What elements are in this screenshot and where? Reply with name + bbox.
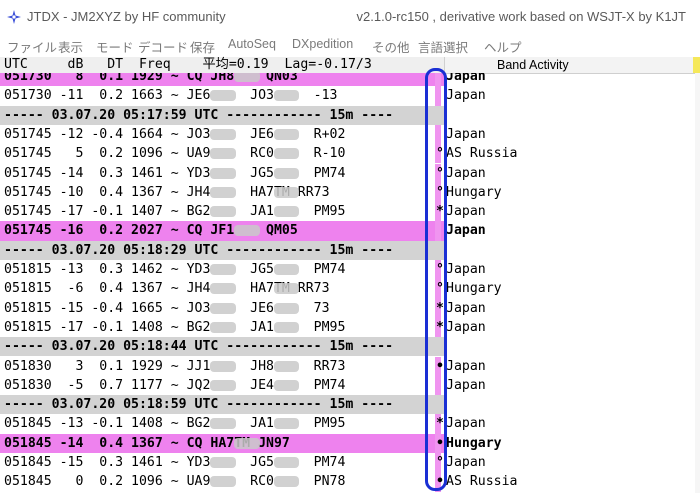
title-bar: JTDX - JM2XYZ by HF community v2.1.0-rc1…: [0, 0, 700, 34]
row-text: ----- 03.07.20 05:18:59 UTC ------------…: [4, 397, 394, 413]
decode-message-row[interactable]: 051830 3 0.1 1929 ~ JJ1 JH8 RR73: [0, 357, 444, 376]
menu-help[interactable]: ヘルプ: [484, 37, 522, 56]
redacted-callsign: [234, 437, 260, 449]
country-label: AS Russia: [446, 146, 518, 162]
menu-save[interactable]: 保存: [190, 37, 215, 56]
redacted-callsign: [273, 206, 300, 218]
redacted-callsign: [234, 225, 260, 237]
row-text: ----- 03.07.20 05:17:59 UTC ------------…: [4, 107, 394, 123]
country-label: Japan: [446, 319, 486, 335]
country-label: Hungary: [446, 184, 502, 200]
country-label: Japan: [446, 126, 486, 142]
menu-autoseq[interactable]: AutoSeq: [228, 37, 276, 51]
redacted-callsign: [273, 186, 300, 198]
redacted-callsign: [210, 264, 236, 275]
band-activity-list[interactable]: 051730 8 0.1 1929 ~ CQ JH8 QN03 Japan 0517…: [0, 73, 700, 493]
redacted-callsign: [273, 379, 300, 391]
status-indicator: [693, 57, 700, 73]
decode-message-row[interactable]: 051745 5 0.2 1096 ~ UA9 RC0 R-10: [0, 144, 444, 163]
period-separator-row[interactable]: ----- 03.07.20 05:18:44 UTC ------------…: [0, 337, 444, 357]
menu-decode[interactable]: デコード: [138, 37, 188, 56]
country-label: Japan: [446, 165, 486, 181]
redacted-callsign: [273, 90, 300, 102]
redacted-callsign: [210, 379, 236, 391]
menu-language[interactable]: 言語選択: [418, 37, 468, 56]
decode-message-row[interactable]: 051845 -15 0.3 1461 ~ YD3 JG5 PM74: [0, 453, 444, 472]
period-separator-row[interactable]: ----- 03.07.20 05:18:29 UTC ------------…: [0, 240, 444, 260]
redacted-callsign: [210, 360, 236, 372]
cq-message-row[interactable]: 051730 8 0.1 1929 ~ CQ JH8 QN03: [0, 73, 444, 87]
redacted-callsign: [273, 264, 300, 275]
decode-message-row[interactable]: 051815 -15 -0.4 1665 ~ JO3 JE6 73: [0, 299, 444, 318]
redacted-callsign: [234, 73, 260, 82]
country-label: AS Russia: [446, 474, 518, 490]
redacted-callsign: [210, 418, 236, 430]
menu-view[interactable]: 表示: [58, 37, 83, 56]
decode-message-row[interactable]: 051745 -10 0.4 1367 ~ JH4 HA7TM RR73: [0, 183, 444, 202]
row-text: ----- 03.07.20 05:18:44 UTC ------------…: [4, 339, 394, 355]
band-activity-header: [444, 57, 700, 73]
redacted-callsign: [273, 418, 300, 430]
decode-message-row[interactable]: 051815 -6 0.4 1367 ~ JH4 HA7TM RR73: [0, 279, 444, 298]
annotation-highlight-box: [425, 68, 447, 491]
redacted-callsign: [210, 321, 236, 333]
redacted-callsign: [210, 186, 236, 198]
cq-message-row[interactable]: 051745 -16 0.2 2027 ~ CQ JF1 QM05: [0, 221, 444, 241]
country-label: Japan: [446, 262, 486, 277]
period-separator-row[interactable]: ----- 03.07.20 05:17:59 UTC ------------…: [0, 105, 444, 125]
country-label: Hungary: [446, 435, 502, 451]
decode-message-row[interactable]: 051745 -12 -0.4 1664 ~ JO3 JE6 R+02: [0, 125, 444, 144]
redacted-callsign: [273, 148, 300, 160]
window-title: JTDX - JM2XYZ by HF community: [27, 9, 226, 24]
column-header-text: UTC dB DT Freq 平均=0.19 Lag=-0.17/3: [4, 57, 372, 72]
jtdx-app-icon: [7, 10, 21, 24]
redacted-callsign: [273, 302, 300, 314]
country-label: Japan: [446, 223, 486, 239]
cq-message-row[interactable]: 051845 -14 0.4 1367 ~ CQ HA7TM JN97: [0, 433, 444, 453]
row-text: ----- 03.07.20 05:18:29 UTC ------------…: [4, 242, 394, 258]
country-label: Japan: [446, 300, 486, 316]
decode-message-row[interactable]: 051730 -11 0.2 1663 ~ JE6 JO3 -13: [0, 86, 444, 105]
country-label: Japan: [446, 377, 486, 393]
menu-dxpedition[interactable]: DXpedition: [292, 37, 353, 51]
decode-message-row[interactable]: 051745 -17 -0.1 1407 ~ BG2 JA1 PM95: [0, 202, 444, 221]
country-label: Japan: [446, 88, 486, 104]
redacted-callsign: [210, 128, 236, 140]
country-label: Japan: [446, 358, 486, 374]
redacted-callsign: [210, 302, 236, 314]
decode-message-row[interactable]: 051830 -5 0.7 1177 ~ JQ2 JE4 PM74: [0, 376, 444, 395]
decode-message-row[interactable]: 051815 -17 -0.1 1408 ~ BG2 JA1 PM95: [0, 318, 444, 337]
redacted-callsign: [210, 167, 236, 179]
redacted-callsign: [273, 128, 300, 140]
country-label: Japan: [446, 416, 486, 432]
redacted-callsign: [210, 283, 236, 295]
country-label: Hungary: [446, 281, 502, 297]
decode-message-row[interactable]: 051845 0 0.2 1096 ~ UA9 RC0 PN78: [0, 472, 444, 491]
decode-message-row[interactable]: 051845 -13 -0.1 1408 ~ BG2 JA1 PM95: [0, 414, 444, 433]
redacted-callsign: [210, 476, 236, 488]
redacted-callsign: [273, 167, 300, 179]
redacted-callsign: [273, 360, 300, 372]
menu-other[interactable]: その他: [372, 37, 410, 56]
country-label: Japan: [446, 204, 486, 220]
redacted-callsign: [273, 457, 300, 468]
country-label: Japan: [446, 73, 486, 84]
redacted-callsign: [273, 476, 300, 488]
redacted-callsign: [273, 321, 300, 333]
redacted-callsign: [210, 90, 236, 102]
redacted-callsign: [210, 148, 236, 160]
redacted-callsign: [210, 206, 236, 218]
country-label: Japan: [446, 455, 486, 470]
decode-message-row[interactable]: 051745 -14 0.3 1461 ~ YD3 JG5 PM74: [0, 164, 444, 183]
menu-mode[interactable]: モード: [96, 37, 134, 56]
menu-bar: ファイル 表示 モード デコード 保存 AutoSeq DXpedition そ…: [0, 34, 700, 57]
window-version: v2.1.0-rc150 , derivative work based on …: [356, 9, 686, 24]
scrollbar[interactable]: [695, 73, 700, 493]
menu-file[interactable]: ファイル: [7, 37, 57, 56]
band-activity-label: Band Activity: [497, 58, 569, 72]
period-separator-row[interactable]: ----- 03.07.20 05:18:59 UTC ------------…: [0, 395, 444, 415]
decode-message-row[interactable]: 051815 -13 0.3 1462 ~ YD3 JG5 PM74: [0, 260, 444, 279]
redacted-callsign: [210, 457, 236, 468]
redacted-callsign: [273, 283, 300, 295]
